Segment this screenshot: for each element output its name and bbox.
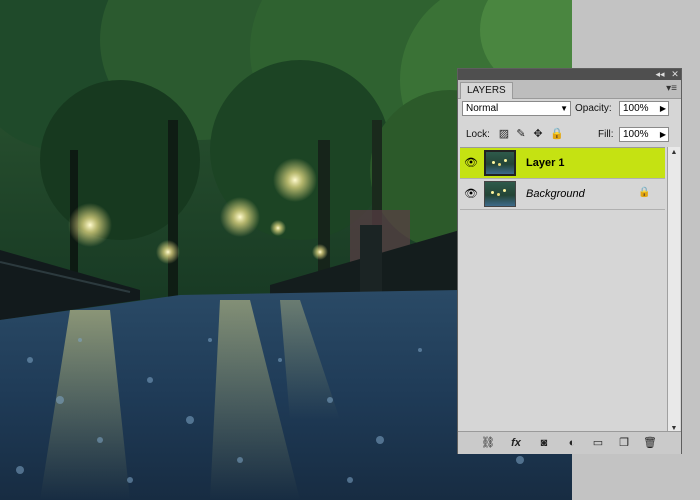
panel-footer: ⛓ fx ◙ ◐ ▭ ❐ 🗑: [458, 431, 681, 454]
eye-icon[interactable]: 👁: [463, 155, 479, 171]
fill-field[interactable]: 100% ▶: [619, 127, 669, 142]
double-chevron-icon[interactable]: ◂◂: [654, 69, 666, 80]
lock-position-icon[interactable]: ✥: [532, 128, 544, 140]
adjustment-layer-icon[interactable]: ◐: [564, 436, 580, 450]
layers-scrollbar[interactable]: ▲ ▼: [667, 147, 680, 435]
add-mask-icon[interactable]: ◙: [536, 436, 552, 450]
layers-list: 👁 Layer 1 👁 Background 🔒: [460, 147, 665, 435]
lock-all-icon[interactable]: 🔒: [550, 128, 564, 140]
opacity-value: 100%: [623, 103, 649, 114]
layer-name[interactable]: Layer 1: [526, 157, 565, 169]
layer-name[interactable]: Background: [526, 188, 585, 200]
panel-menu-icon[interactable]: ▾≡: [666, 83, 677, 94]
blend-mode-select[interactable]: Normal ▼: [462, 101, 571, 116]
dropdown-arrow-icon: ▼: [560, 104, 568, 113]
layers-panel: ◂◂ ✕ LAYERS ▾≡ Normal ▼ Opacity: 100% ▶ …: [457, 68, 682, 454]
new-layer-icon[interactable]: ❐: [616, 436, 632, 450]
fill-label: Fill:: [598, 129, 614, 140]
layer-row-layer-1[interactable]: 👁 Layer 1: [460, 148, 665, 179]
chevron-right-icon[interactable]: ▶: [660, 102, 666, 115]
fx-icon[interactable]: fx: [508, 436, 524, 450]
tab-layers[interactable]: LAYERS: [460, 82, 513, 99]
layer-row-background[interactable]: 👁 Background 🔒: [460, 179, 665, 210]
opacity-field[interactable]: 100% ▶: [619, 101, 669, 116]
blend-mode-value: Normal: [466, 103, 499, 114]
close-icon[interactable]: ✕: [669, 69, 681, 80]
link-layers-icon[interactable]: ⛓: [480, 436, 496, 450]
lock-label: Lock:: [466, 129, 490, 140]
new-group-icon[interactable]: ▭: [590, 436, 606, 450]
chevron-right-icon[interactable]: ▶: [660, 128, 666, 141]
layer-thumbnail: [484, 181, 516, 207]
lock-icon: 🔒: [638, 187, 651, 198]
eye-icon[interactable]: 👁: [463, 186, 479, 202]
delete-layer-icon[interactable]: 🗑: [642, 436, 658, 450]
opacity-label: Opacity:: [575, 103, 612, 114]
scroll-up-icon[interactable]: ▲: [669, 148, 679, 158]
lock-transparency-icon[interactable]: ▨: [498, 128, 510, 140]
panel-titlebar[interactable]: ◂◂ ✕: [458, 69, 681, 80]
panel-tab-row: LAYERS ▾≡: [458, 80, 681, 99]
fill-value: 100%: [623, 129, 649, 140]
layer-thumbnail: [484, 150, 516, 176]
lock-image-icon[interactable]: ✎: [515, 128, 527, 140]
